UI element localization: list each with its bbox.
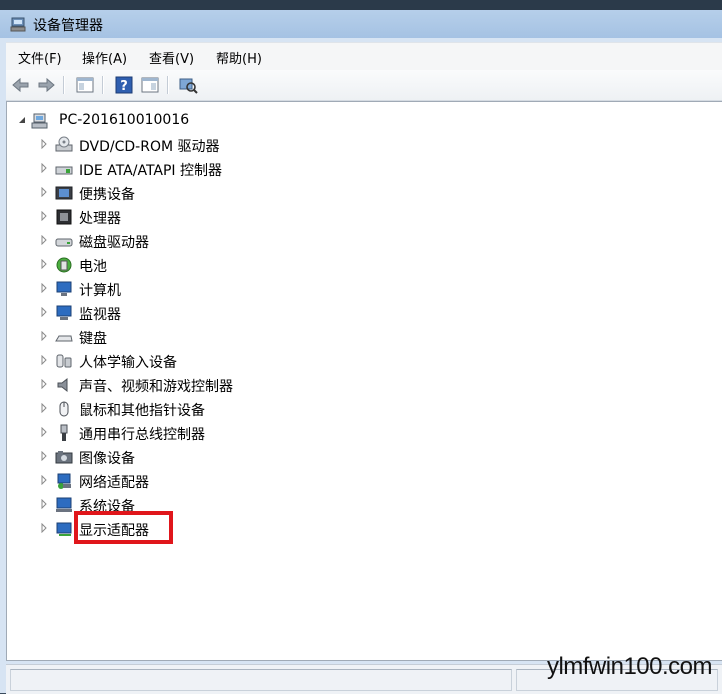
collapsed-arrow-icon[interactable] (39, 187, 49, 197)
keyboard-icon (55, 335, 73, 342)
status-cell (10, 669, 512, 691)
collapsed-arrow-icon[interactable] (39, 523, 49, 533)
hid-icon (56, 354, 72, 368)
collapsed-arrow-icon[interactable] (39, 475, 49, 485)
menu-view[interactable]: 查看(V) (149, 48, 194, 67)
expanded-arrow-icon[interactable] (17, 115, 27, 125)
device-manager-window: 设备管理器 文件(F) 操作(A) 查看(V) 帮助(H) ? PC-20161… (0, 0, 722, 694)
collapsed-arrow-icon[interactable] (39, 307, 49, 317)
collapsed-arrow-icon[interactable] (39, 499, 49, 509)
collapsed-arrow-icon[interactable] (39, 259, 49, 269)
computer-icon (56, 281, 72, 296)
system-device-icon (56, 497, 72, 512)
watermark: ylmfwin100.com (546, 653, 713, 680)
svg-text:?: ? (120, 79, 128, 94)
collapsed-arrow-icon[interactable] (39, 235, 49, 245)
toolbar-separator (63, 76, 65, 94)
tree-item-label: 图像设备 (79, 451, 135, 467)
network-adapter-icon (57, 473, 71, 489)
tree-item-label: 声音、视频和游戏控制器 (79, 379, 233, 395)
toolbar-separator (102, 76, 104, 94)
back-arrow-icon[interactable] (11, 75, 31, 95)
show-hide-icon[interactable] (140, 75, 160, 95)
device-manager-app-icon (10, 17, 26, 32)
computer-root-icon (31, 113, 48, 129)
portable-device-icon (55, 186, 73, 200)
desktop-strip (0, 0, 722, 10)
scan-hardware-icon[interactable] (178, 75, 198, 95)
highlight-annotation (74, 511, 173, 544)
monitor-icon (56, 305, 72, 320)
window-title: 设备管理器 (33, 18, 103, 34)
dvd-drive-icon (55, 136, 73, 152)
tree-item-label: 监视器 (79, 307, 121, 323)
camera-icon (55, 451, 73, 464)
tree-item-label: 磁盘驱动器 (79, 235, 149, 251)
collapsed-arrow-icon[interactable] (39, 403, 49, 413)
collapsed-arrow-icon[interactable] (39, 379, 49, 389)
menu-bar: 文件(F) 操作(A) 查看(V) 帮助(H) (6, 42, 722, 71)
mouse-icon (59, 401, 69, 417)
ide-controller-icon (55, 166, 73, 175)
tree-item-label: 电池 (79, 259, 107, 275)
toolbar: ? (6, 70, 722, 101)
processor-icon (56, 209, 72, 225)
menu-file[interactable]: 文件(F) (18, 48, 62, 67)
battery-icon (56, 257, 72, 273)
tree-item-label: 鼠标和其他指针设备 (79, 403, 205, 419)
menu-action[interactable]: 操作(A) (82, 48, 127, 67)
usb-icon (60, 424, 68, 441)
device-tree[interactable]: PC-201610010016 DVD/CD-ROM 驱动器 IDE ATA/A… (6, 101, 722, 661)
tree-item-label: 便携设备 (79, 187, 135, 203)
collapsed-arrow-icon[interactable] (39, 163, 49, 173)
tree-item-label: 通用串行总线控制器 (79, 427, 205, 443)
tree-item-label: IDE ATA/ATAPI 控制器 (79, 163, 223, 179)
tree-root-label: PC-201610010016 (59, 112, 190, 128)
properties-pane-icon[interactable] (75, 75, 95, 95)
disk-drive-icon (55, 238, 73, 247)
tree-item-label: 网络适配器 (79, 475, 149, 491)
collapsed-arrow-icon[interactable] (39, 427, 49, 437)
tree-item-label: DVD/CD-ROM 驱动器 (79, 139, 220, 155)
tree-item-label: 处理器 (79, 211, 121, 227)
tree-item-label: 人体学输入设备 (79, 355, 177, 371)
speaker-icon (57, 377, 68, 393)
tree-item-label: 计算机 (79, 283, 121, 299)
forward-arrow-icon[interactable] (36, 75, 56, 95)
display-adapter-icon (56, 522, 72, 536)
collapsed-arrow-icon[interactable] (39, 139, 49, 149)
toolbar-separator (167, 76, 169, 94)
collapsed-arrow-icon[interactable] (39, 211, 49, 221)
collapsed-arrow-icon[interactable] (39, 283, 49, 293)
collapsed-arrow-icon[interactable] (39, 451, 49, 461)
title-bar[interactable]: 设备管理器 (0, 10, 722, 38)
collapsed-arrow-icon[interactable] (39, 355, 49, 365)
collapsed-arrow-icon[interactable] (39, 331, 49, 341)
tree-item-label: 键盘 (79, 331, 107, 347)
menu-help[interactable]: 帮助(H) (216, 48, 262, 67)
help-icon[interactable]: ? (114, 75, 134, 95)
